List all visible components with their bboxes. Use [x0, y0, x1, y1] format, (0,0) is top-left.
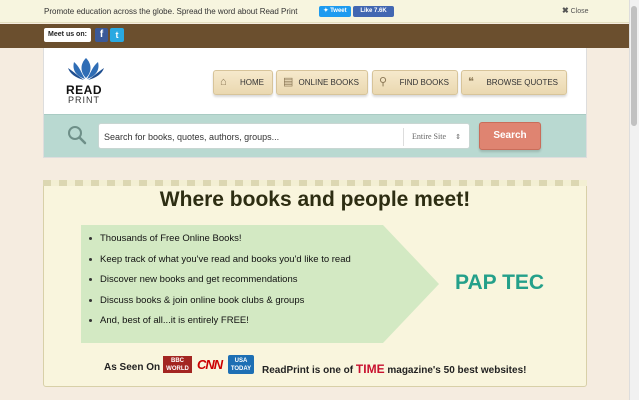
- nav-find-books[interactable]: ⚲ FIND BOOKS: [372, 70, 458, 95]
- cnn-logo: CNN: [197, 357, 223, 372]
- book-icon: ▤: [283, 76, 294, 88]
- list-item: Keep track of what you've read and books…: [86, 254, 351, 275]
- updown-chevron-icon: ⇕: [455, 133, 461, 141]
- search-scope-select[interactable]: Entire Site ⇕: [403, 128, 467, 146]
- quote-icon: ❝: [468, 76, 474, 88]
- usa-today-logo: USA TODAY: [228, 355, 254, 374]
- readprint-logo[interactable]: READ PRINT: [66, 56, 108, 108]
- meet-us-label: Meet us on:: [44, 28, 91, 42]
- list-item: Discover new books and get recommendatio…: [86, 274, 351, 295]
- list-item: Discuss books & join online book clubs &…: [86, 295, 351, 316]
- pap-tec-ad[interactable]: PAP TEC: [455, 271, 544, 295]
- nav-home[interactable]: ⌂ HOME: [213, 70, 273, 95]
- scrollbar-thumb[interactable]: [631, 6, 637, 126]
- hero-title: Where books and people meet!: [159, 188, 471, 211]
- facebook-icon[interactable]: f: [95, 28, 108, 42]
- as-seen-on-label: As Seen On: [104, 362, 161, 373]
- time-logo: TIME: [355, 362, 385, 376]
- lotus-logo-icon: [68, 58, 104, 80]
- close-icon: ✖: [562, 6, 569, 15]
- house-icon: ⌂: [220, 76, 227, 88]
- magnifier-icon: ⚲: [379, 76, 388, 88]
- close-promo-button[interactable]: ✖ Close: [562, 6, 589, 15]
- hero-stripe-border: [43, 180, 587, 186]
- search-box: Entire Site ⇕: [98, 123, 470, 149]
- time-mention: ReadPrint is one of TIME magazine's 50 b…: [262, 362, 527, 376]
- list-item: And, best of all...it is entirely FREE!: [86, 315, 351, 336]
- search-input[interactable]: [104, 129, 399, 145]
- like-button[interactable]: Like 7.6K: [353, 6, 394, 17]
- nav-online-books[interactable]: ▤ ONLINE BOOKS: [276, 70, 368, 95]
- twitter-icon[interactable]: t: [110, 28, 124, 42]
- bird-icon: ✦: [323, 8, 329, 14]
- promo-text: Promote education across the globe. Spre…: [44, 7, 298, 16]
- bbc-world-logo: BBC WORLD: [163, 356, 192, 373]
- search-button[interactable]: Search: [479, 122, 541, 150]
- search-icon: [68, 126, 87, 145]
- list-item: Thousands of Free Online Books!: [86, 233, 351, 254]
- logo-print-text: PRINT: [68, 95, 100, 105]
- feature-list: Thousands of Free Online Books! Keep tra…: [86, 233, 351, 336]
- promo-bar: Promote education across the globe. Spre…: [0, 0, 629, 23]
- nav-browse-quotes[interactable]: ❝ BROWSE QUOTES: [461, 70, 567, 95]
- tweet-button[interactable]: ✦ Tweet: [319, 6, 351, 17]
